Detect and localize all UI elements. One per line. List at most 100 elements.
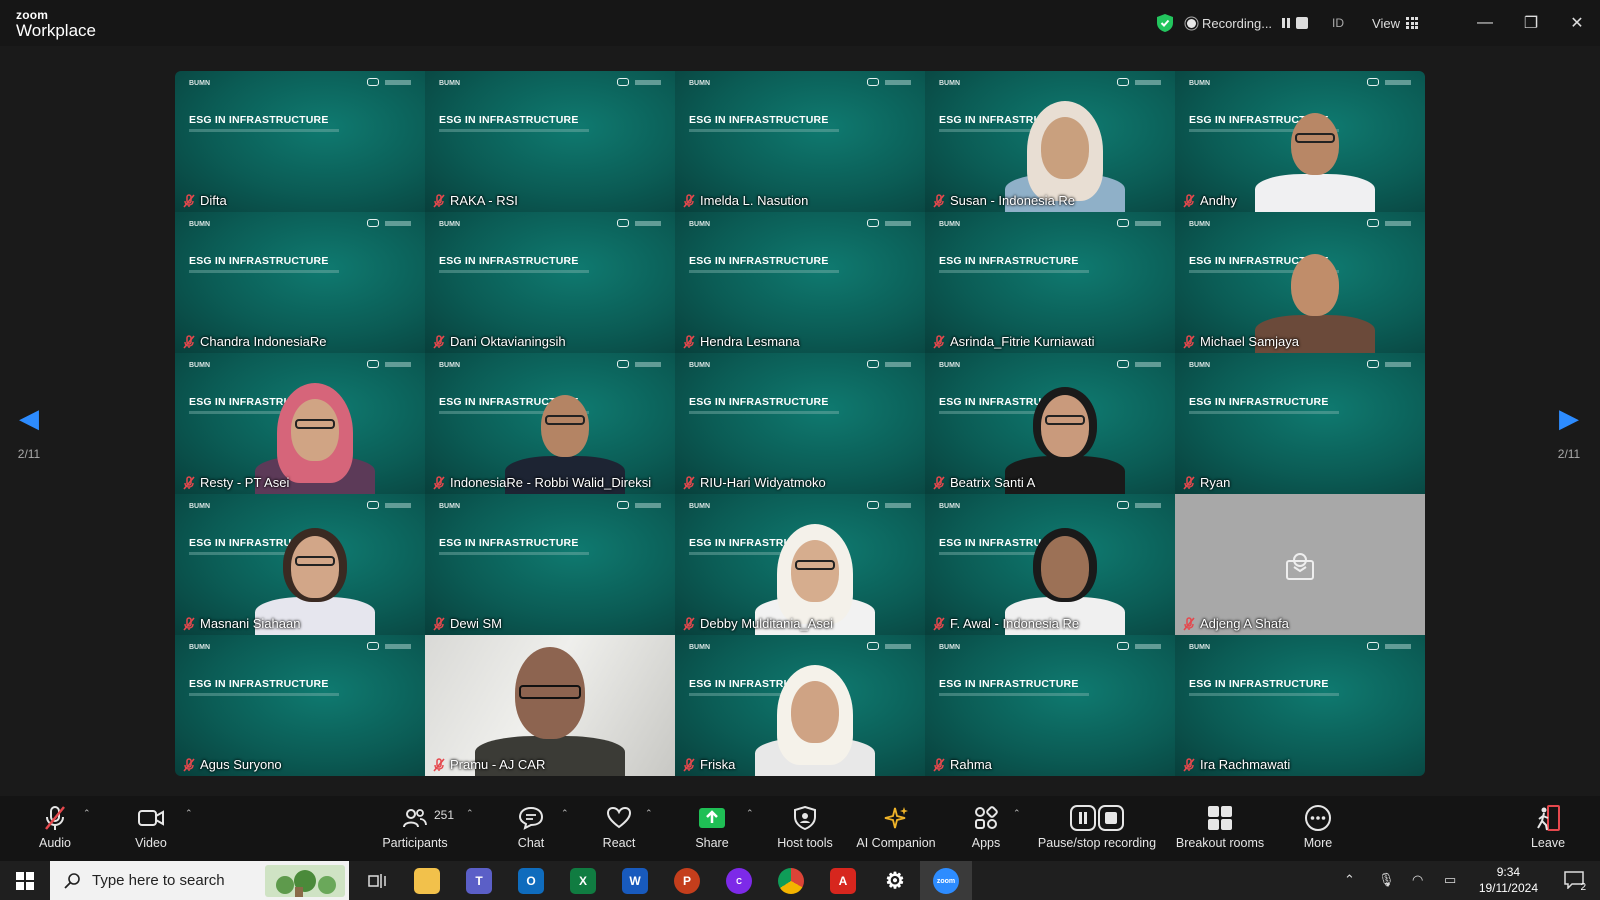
react-button[interactable]: React <box>598 804 640 850</box>
outlook-icon[interactable]: O <box>518 868 544 894</box>
participant-tile[interactable]: BUMN ESG IN INFRASTRUCTURE Difta <box>175 71 425 212</box>
breakout-rooms-button[interactable]: Breakout rooms <box>1174 804 1266 850</box>
chat-caret-icon[interactable]: ⌃ <box>561 808 569 819</box>
teams-icon[interactable]: T <box>466 868 492 894</box>
participant-tile[interactable]: BUMN ESG IN INFRASTRUCTURE Dani Oktavianin… <box>425 212 675 353</box>
participant-name-text: Beatrix Santi A <box>950 475 1036 490</box>
participant-tile[interactable]: BUMN ESG IN INFRASTRUCTURE Michael Samjaya <box>1175 212 1425 353</box>
participant-tile[interactable]: BUMN ESG IN INFRASTRUCTURE Imelda L. Nasut… <box>675 71 925 212</box>
apps-button[interactable]: Apps <box>966 804 1006 850</box>
pause-stop-recording-button[interactable]: Pause/stop recording <box>1036 804 1158 850</box>
settings-gear-icon[interactable]: ⚙ <box>882 868 908 894</box>
participant-tile[interactable]: BUMN ESG IN INFRASTRUCTURE Masnani Siahaan <box>175 494 425 635</box>
participant-name-text: Masnani Siahaan <box>200 616 301 631</box>
participant-tile[interactable]: BUMN ESG IN INFRASTRUCTURE Ira Rachmawati <box>1175 635 1425 776</box>
canva-icon[interactable]: C <box>726 868 752 894</box>
battery-icon[interactable]: ▭ <box>1444 872 1456 888</box>
slide-logo: BUMN <box>439 80 460 87</box>
participant-name: Difta <box>183 193 227 208</box>
slide-caption <box>1189 411 1339 414</box>
participant-tile[interactable]: BUMN ESG IN INFRASTRUCTURE Friska <box>675 635 925 776</box>
gallery-grid-icon[interactable] <box>1406 17 1418 29</box>
mic-muted-icon <box>933 757 945 772</box>
next-page-nav[interactable]: ▶ 2/11 <box>1549 405 1589 461</box>
participant-tile[interactable]: BUMN ESG IN INFRASTRUCTURE Rahma <box>925 635 1175 776</box>
arrow-right-icon[interactable]: ▶ <box>1549 405 1589 431</box>
tray-chevron-icon[interactable]: ⌃ <box>1344 872 1355 888</box>
participant-tile[interactable]: BUMN ESG IN INFRASTRUCTURE RAKA - RSI <box>425 71 675 212</box>
restore-button[interactable]: ❐ <box>1508 13 1554 33</box>
slide-title: ESG IN INFRASTRUCTURE <box>939 255 1079 267</box>
pause-recording-button[interactable] <box>1280 17 1293 29</box>
zoom-app-icon[interactable]: zoom <box>933 868 959 894</box>
more-button[interactable]: More <box>1298 804 1338 850</box>
network-icon[interactable]: ◠ <box>1412 872 1423 888</box>
share-button[interactable]: Share <box>692 804 732 850</box>
windows-start-icon[interactable] <box>16 872 34 890</box>
react-caret-icon[interactable]: ⌃ <box>645 808 653 819</box>
participant-tile[interactable]: BUMN ESG IN INFRASTRUCTURE Asrinda_Fitrie … <box>925 212 1175 353</box>
participant-tile[interactable]: BUMN ESG IN INFRASTRUCTURE Agus Suryono <box>175 635 425 776</box>
participant-tile[interactable]: BUMN ESG IN INFRASTRUCTURE Chandra Indones… <box>175 212 425 353</box>
audio-options-caret-icon[interactable]: ⌃ <box>83 808 91 819</box>
excel-icon[interactable]: X <box>570 868 596 894</box>
chrome-icon[interactable] <box>778 868 804 894</box>
encryption-shield-icon[interactable] <box>1156 14 1173 32</box>
participant-tile[interactable]: BUMN ESG IN INFRASTRUCTURE RIU-Hari Widyat… <box>675 353 925 494</box>
chat-button[interactable]: Chat <box>510 804 552 850</box>
participant-tile[interactable]: BUMN ESG IN INFRASTRUCTURE Andhy <box>1175 71 1425 212</box>
stop-recording-button[interactable] <box>1296 17 1309 29</box>
zoom-taskbar-active[interactable]: zoom <box>920 861 972 900</box>
participants-caret-icon[interactable]: ⌃ <box>466 808 474 819</box>
system-clock[interactable]: 9:34 19/11/2024 <box>1479 864 1538 896</box>
participant-tile[interactable]: BUMN ESG IN INFRASTRUCTURE Resty - PT Asei <box>175 353 425 494</box>
participant-tile[interactable]: Adjeng A Shafa <box>1175 494 1425 635</box>
audio-button[interactable]: Audio <box>35 804 75 850</box>
participant-tile[interactable]: BUMN ESG IN INFRASTRUCTURE Debby Mulditani… <box>675 494 925 635</box>
os-taskbar: Type here to search T O X W P C A ⚙ zoom… <box>0 861 1600 900</box>
notifications-icon[interactable]: 2 <box>1564 871 1586 893</box>
slide-partner-logos <box>617 219 661 227</box>
participant-tile[interactable]: BUMN ESG IN INFRASTRUCTURE Hendra Lesmana <box>675 212 925 353</box>
glasses <box>295 556 335 566</box>
participant-name: Imelda L. Nasution <box>683 193 808 208</box>
participant-name-text: Debby Mulditania_Asei <box>700 616 833 631</box>
apps-caret-icon[interactable]: ⌃ <box>1013 808 1021 819</box>
acrobat-icon[interactable]: A <box>830 868 856 894</box>
participant-tile[interactable]: BUMN ESG IN INFRASTRUCTURE IndonesiaRe - R… <box>425 353 675 494</box>
ai-companion-button[interactable]: AI Companion <box>856 804 936 850</box>
video-button[interactable]: Video <box>131 804 171 850</box>
file-explorer-icon[interactable] <box>414 868 440 894</box>
tray-mic-icon[interactable]: 🎙 <box>1378 872 1395 888</box>
react-label: React <box>602 836 636 850</box>
participant-name-text: Rahma <box>950 757 992 772</box>
participant-tile[interactable]: BUMN ESG IN INFRASTRUCTURE Beatrix Santi A <box>925 353 1175 494</box>
leave-button[interactable]: Leave <box>1530 804 1566 850</box>
word-icon[interactable]: W <box>622 868 648 894</box>
mic-muted-icon <box>433 193 445 208</box>
pause-stop-label: Pause/stop recording <box>1037 836 1157 850</box>
slide-logo: BUMN <box>439 503 460 510</box>
participants-count: 251 <box>434 808 455 822</box>
participant-tile[interactable]: Pramu - AJ CAR <box>425 635 675 776</box>
share-caret-icon[interactable]: ⌃ <box>746 808 754 819</box>
arrow-left-icon[interactable]: ◀ <box>9 405 49 431</box>
taskbar-search-box[interactable]: Type here to search <box>50 861 349 900</box>
participant-tile[interactable]: BUMN ESG IN INFRASTRUCTURE Dewi SM <box>425 494 675 635</box>
video-options-caret-icon[interactable]: ⌃ <box>185 808 193 819</box>
task-view-icon[interactable] <box>368 873 386 889</box>
participant-tile[interactable]: BUMN ESG IN INFRASTRUCTURE F. Awal - Indon… <box>925 494 1175 635</box>
participant-name: Susan - Indonesia Re <box>933 193 1075 208</box>
participant-tile[interactable]: BUMN ESG IN INFRASTRUCTURE Ryan <box>1175 353 1425 494</box>
close-button[interactable]: ✕ <box>1554 13 1600 33</box>
host-tools-button[interactable]: Host tools <box>775 804 835 850</box>
participant-tile[interactable]: BUMN ESG IN INFRASTRUCTURE Susan - Indones… <box>925 71 1175 212</box>
slide-caption <box>689 411 839 414</box>
powerpoint-icon[interactable]: P <box>674 868 700 894</box>
participant-name-text: Adjeng A Shafa <box>1200 616 1289 631</box>
prev-page-nav[interactable]: ◀ 2/11 <box>9 405 49 461</box>
meeting-id-button[interactable]: ID <box>1332 16 1344 30</box>
view-button[interactable]: View <box>1372 16 1400 31</box>
minimize-button[interactable]: — <box>1462 14 1508 32</box>
mic-muted-icon <box>1183 193 1195 208</box>
